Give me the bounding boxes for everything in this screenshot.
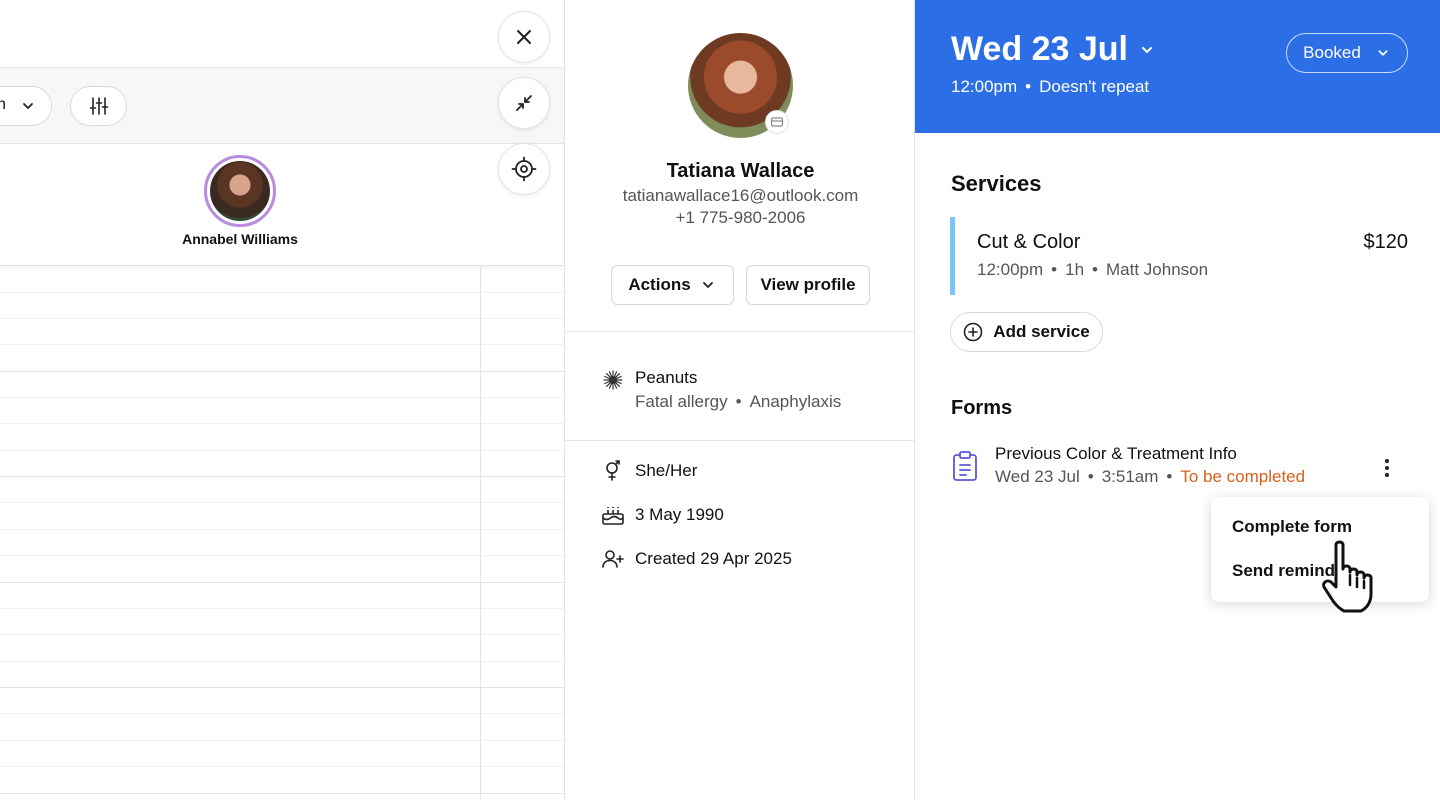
pronouns: She/Her — [635, 461, 698, 480]
form-date: Wed 23 Jul — [995, 467, 1080, 486]
forms-title: Forms — [951, 397, 1013, 419]
actions-button[interactable]: Actions — [611, 265, 734, 305]
client-phone: +1 775-980-2006 — [675, 208, 806, 227]
calendar-top-bar — [0, 0, 564, 68]
form-item[interactable]: Previous Color & Treatment Info Wed 23 J… — [951, 442, 1411, 492]
services-title: Services — [951, 171, 1042, 196]
more-options-icon[interactable] — [1381, 456, 1393, 480]
status-dropdown[interactable]: Booked — [1286, 33, 1408, 73]
form-options-menu: Complete form Send reminder — [1211, 497, 1429, 602]
add-user-icon — [602, 550, 624, 568]
calendar-filter-button[interactable] — [70, 86, 127, 126]
appointment-repeat: Doesn't repeat — [1039, 77, 1150, 96]
sliders-icon — [89, 97, 108, 115]
appointment-time-row[interactable]: 12:00pm • Doesn't repeat — [951, 77, 1149, 97]
add-service-button[interactable]: Add service — [950, 312, 1103, 352]
calendar-view: h Annabel Williams — [0, 0, 564, 800]
actions-label: Actions — [628, 275, 691, 294]
plus-circle-icon — [963, 322, 983, 342]
close-button[interactable] — [498, 11, 550, 63]
view-profile-button[interactable]: View profile — [746, 265, 870, 305]
chevron-down-icon — [1378, 50, 1388, 56]
created-date: Created 29 Apr 2025 — [635, 549, 792, 568]
calendar-view-dropdown[interactable]: h — [0, 86, 52, 126]
birthday-row: 3 May 1990 — [601, 503, 724, 527]
appointment-header: Wed 23 Jul 12:00pm • Doesn't repeat Booked — [915, 0, 1440, 133]
chevron-down-icon — [23, 103, 33, 109]
allergy-details: Fatal allergy • Anaphylaxis — [635, 392, 842, 411]
menu-item-send-reminder[interactable]: Send reminder — [1232, 561, 1351, 581]
locate-button[interactable] — [498, 143, 550, 195]
service-time: 12:00pm — [977, 260, 1044, 279]
form-title: Previous Color & Treatment Info — [995, 444, 1237, 463]
appointment-panel: Wed 23 Jul 12:00pm • Doesn't repeat Booked… — [915, 0, 1440, 800]
add-service-label: Add service — [993, 322, 1090, 341]
appointment-screen: h Annabel Williams Tatiana Wallace tatia… — [0, 0, 1440, 800]
calendar-view-label: h — [0, 96, 6, 113]
appointment-time: 12:00pm — [951, 77, 1018, 96]
allergy-name: Peanuts — [635, 368, 698, 387]
target-icon — [511, 156, 537, 182]
staff-header-row — [0, 144, 564, 266]
chevron-down-icon — [1142, 46, 1152, 53]
close-icon — [517, 30, 531, 44]
staff-name: Annabel Williams — [182, 231, 298, 247]
appointment-date: Wed 23 Jul — [951, 30, 1128, 68]
client-panel: Tatiana Wallace tatianawallace16@outlook… — [564, 0, 916, 800]
form-status: To be completed — [1180, 467, 1306, 486]
allergy-reaction: Anaphylaxis — [749, 392, 842, 411]
service-duration: 1h — [1065, 260, 1085, 279]
client-name: Tatiana Wallace — [666, 160, 815, 182]
service-card[interactable]: Cut & Color 12:00pm • 1h • Matt Johnson $120 — [950, 217, 1408, 295]
client-card-badge — [765, 110, 789, 134]
created-row: Created 29 Apr 2025 — [601, 547, 792, 571]
service-name: Cut & Color — [977, 231, 1081, 253]
clipboard-icon — [953, 451, 977, 481]
minimize-icon — [516, 95, 532, 111]
form-meta: Wed 23 Jul • 3:51am • To be completed — [995, 467, 1306, 486]
menu-item-complete-form[interactable]: Complete form — [1232, 517, 1352, 537]
service-price: $120 — [1363, 231, 1409, 253]
form-time: 3:51am — [1101, 467, 1159, 486]
allergy-icon — [603, 370, 623, 390]
calendar-time-grid[interactable] — [0, 266, 564, 800]
allergy-severity: Fatal allergy — [635, 392, 728, 411]
staff-avatar[interactable] — [204, 155, 276, 227]
cake-icon — [602, 507, 624, 525]
minimize-button[interactable] — [498, 77, 550, 129]
chevron-down-icon — [702, 282, 713, 288]
divider — [565, 440, 916, 441]
gender-icon — [606, 460, 620, 481]
service-staff: Matt Johnson — [1106, 260, 1209, 279]
card-icon — [770, 117, 784, 127]
client-email: tatianawallace16@outlook.com — [622, 186, 859, 205]
status-label: Booked — [1303, 43, 1361, 62]
pronouns-row: She/Her — [601, 459, 697, 483]
appointment-date-picker[interactable]: Wed 23 Jul — [951, 30, 1156, 69]
service-meta: 12:00pm • 1h • Matt Johnson — [977, 260, 1209, 279]
birthday: 3 May 1990 — [635, 505, 724, 524]
divider — [565, 331, 916, 332]
